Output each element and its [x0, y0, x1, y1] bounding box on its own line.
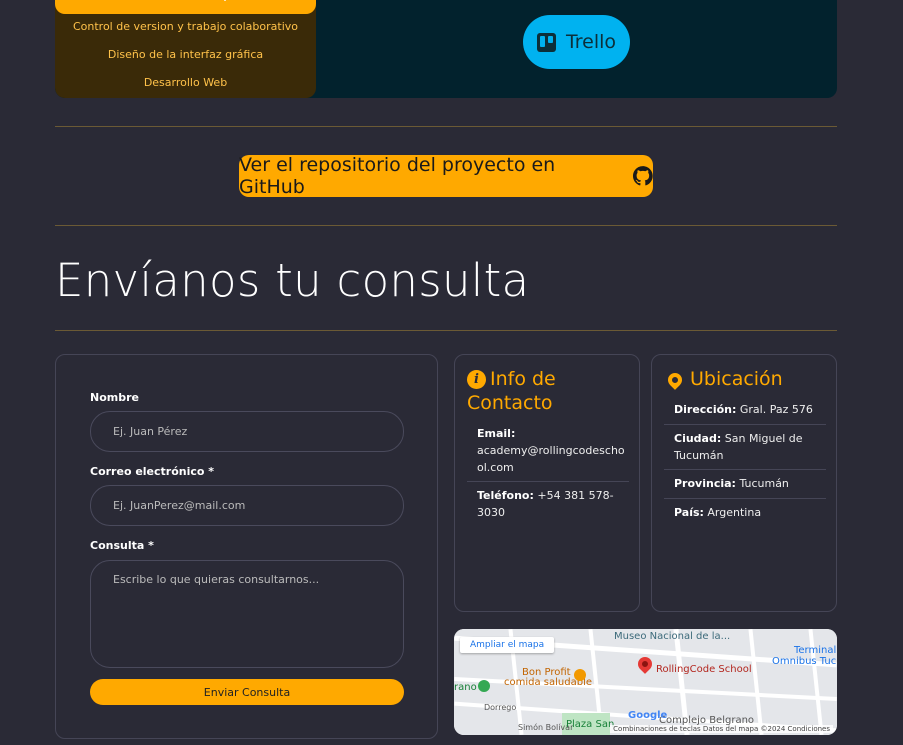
menu-item-active[interactable]: Gestión del trabajo: [55, 0, 316, 14]
section-title: Envíanos tu consulta: [55, 254, 530, 307]
map-label-plaza: Plaza San: [566, 719, 615, 730]
embedded-map[interactable]: Ampliar el mapa Museo Nacional de la... …: [454, 629, 837, 735]
contact-form: Nombre Correo electrónico * Consulta * E…: [55, 354, 438, 739]
email-value[interactable]: academy@rollingcodeschool.com: [477, 444, 625, 474]
location-address: Dirección: Gral. Paz 576: [674, 403, 813, 416]
menu-item-web-dev[interactable]: Desarrollo Web: [55, 76, 316, 89]
query-textarea[interactable]: [90, 560, 404, 668]
map-footer: Combinaciones de teclas Datos del mapa ©…: [610, 725, 833, 733]
separator: [467, 481, 629, 482]
location-city: Ciudad: San Miguel de Tucumán: [674, 432, 803, 462]
map-label-terminal: Terminal: [794, 645, 837, 656]
menu-item-ui-design[interactable]: Diseño de la interfaz gráfica: [55, 48, 316, 61]
trello-icon: [536, 32, 556, 52]
tools-panel: Gestión del trabajo Control de version y…: [55, 0, 837, 98]
github-label: Ver el repositorio del proyecto en GitHu…: [239, 154, 556, 198]
menu-item-version-control[interactable]: Control de version y trabajo colaborativ…: [55, 20, 316, 33]
name-input[interactable]: [90, 411, 404, 452]
map-pin-icon: [665, 369, 685, 390]
topics-menu: Gestión del trabajo Control de version y…: [55, 0, 316, 98]
github-icon: [633, 166, 653, 186]
map-label-museum: Museo Nacional de la...: [614, 631, 731, 642]
location-card: Ubicación Dirección: Gral. Paz 576 Ciuda…: [651, 354, 837, 612]
map-label-marker: RollingCode School: [656, 664, 752, 675]
github-button[interactable]: Ver el repositorio del proyecto en GitHu…: [239, 154, 653, 198]
trello-label: Trello: [565, 31, 617, 53]
contact-phone: Teléfono: +54 381 578-3030: [477, 489, 614, 519]
trello-button[interactable]: Trello: [523, 15, 630, 69]
map-label-terminal-sub: Omnibus Tucu: [772, 656, 837, 667]
email-label: Correo electrónico *: [90, 465, 215, 478]
divider: [55, 225, 837, 226]
divider: [55, 126, 837, 127]
name-label: Nombre: [90, 391, 139, 404]
park-icon: [478, 680, 490, 692]
query-label: Consulta *: [90, 539, 154, 552]
divider: [55, 330, 837, 331]
enlarge-map-link[interactable]: Ampliar el mapa: [460, 637, 555, 653]
email-input[interactable]: [90, 485, 404, 526]
separator: [664, 469, 826, 470]
contact-info-card: i Info de Contacto Email: academy@rollingc…: [454, 354, 640, 612]
submit-button[interactable]: Enviar Consulta: [90, 679, 404, 705]
separator: [664, 498, 826, 499]
restaurant-icon: [574, 669, 586, 681]
map-street-dorrego: Dorrego: [484, 703, 517, 712]
location-country: País: Argentina: [674, 506, 762, 519]
location-province: Provincia: Tucumán: [674, 477, 789, 490]
separator: [664, 424, 826, 425]
google-logo: Google: [628, 710, 668, 721]
contact-email: Email: academy@rollingcodeschool.com: [477, 427, 625, 474]
location-title: Ubicación: [664, 367, 783, 391]
info-icon: i: [467, 370, 486, 389]
map-label-left: rano: [454, 682, 477, 693]
contact-info-title: i Info de Contacto: [467, 368, 556, 414]
